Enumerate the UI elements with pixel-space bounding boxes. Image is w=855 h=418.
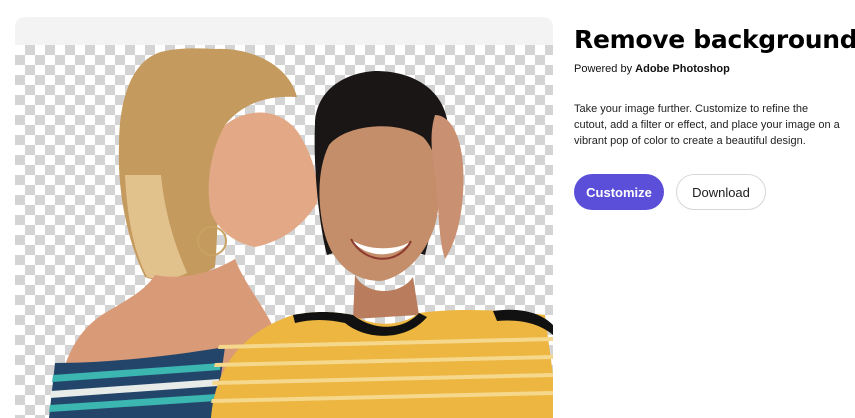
powered-by-prefix: Powered by xyxy=(574,63,633,75)
customize-button[interactable]: Customize xyxy=(574,174,664,210)
powered-by-text: Powered by Adobe Photoshop xyxy=(574,63,844,75)
photo-cutout xyxy=(49,48,553,418)
action-buttons: Customize Download xyxy=(574,174,844,210)
download-button[interactable]: Download xyxy=(676,174,766,210)
page-title: Remove background xyxy=(574,25,855,54)
powered-by-brand: Adobe Photoshop xyxy=(635,63,730,75)
info-panel: Remove background Powered by Adobe Photo… xyxy=(574,22,855,210)
left-person-face xyxy=(208,112,318,247)
image-preview-card xyxy=(15,17,553,418)
description-text: Take your image further. Customize to re… xyxy=(574,103,840,147)
remove-background-page: Remove background Powered by Adobe Photo… xyxy=(0,0,855,418)
